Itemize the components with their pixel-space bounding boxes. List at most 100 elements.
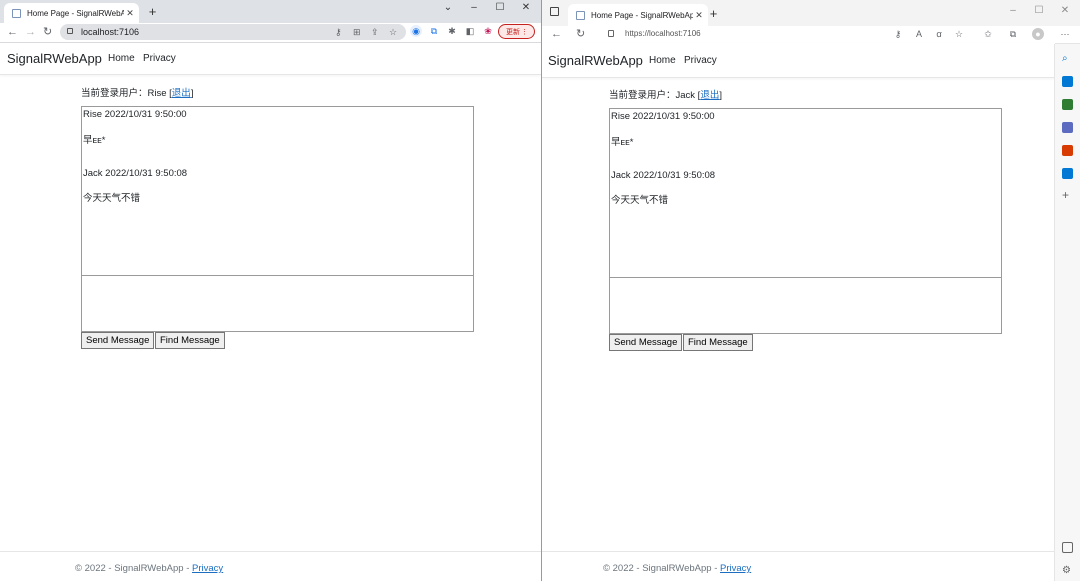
translate-extension-icon[interactable]: ⧉ bbox=[428, 25, 440, 37]
message-list: Rise 2022/10/31 9:50:00 早ᴇᴇ* Jack 2022/1… bbox=[609, 108, 1002, 278]
chrome-tab-strip: Home Page - SignalRWebApp ✕ + ⌄ – ☐ ✕ bbox=[0, 0, 541, 23]
minimize-button[interactable]: – bbox=[1000, 3, 1026, 19]
nav-home-link[interactable]: Home bbox=[649, 55, 676, 66]
footer-text: © 2022 - SignalRWebApp - Privacy bbox=[603, 563, 751, 574]
message-input[interactable] bbox=[609, 277, 1002, 334]
more-menu-icon[interactable]: ⋯ bbox=[1059, 28, 1071, 40]
page-icon bbox=[12, 8, 21, 18]
footer-privacy-link[interactable]: Privacy bbox=[720, 563, 751, 574]
sidebar-toggle-icon[interactable] bbox=[1062, 542, 1073, 553]
window-controls: – ☐ ✕ bbox=[1000, 3, 1078, 19]
minimize-button[interactable]: – bbox=[461, 0, 487, 16]
profile-icon[interactable]: ● bbox=[1032, 28, 1044, 40]
message-body: 早ᴇᴇ* bbox=[611, 137, 634, 148]
browser-tab[interactable]: Home Page - SignalRWebApp ✕ bbox=[4, 3, 139, 23]
close-tab-icon[interactable]: ✕ bbox=[693, 10, 705, 21]
reload-button[interactable]: ↻ bbox=[576, 26, 585, 42]
bookmark-star-icon[interactable]: ☆ bbox=[389, 24, 397, 40]
message-header: Rise 2022/10/31 9:50:00 bbox=[611, 111, 715, 122]
edge-sidebar: ⌕ + ⚙ bbox=[1054, 44, 1080, 581]
add-favorite-icon[interactable]: ☆ bbox=[953, 28, 965, 40]
current-user-label: 当前登录用户：Rise bbox=[81, 88, 167, 99]
back-button[interactable]: ← bbox=[7, 24, 18, 40]
translate-icon[interactable]: ꭤ bbox=[933, 28, 945, 40]
app-navbar: SignalRWebApp Home Privacy bbox=[542, 43, 1055, 78]
web-page: SignalRWebApp Home Privacy 当前登录用户：Rise [… bbox=[0, 43, 541, 581]
lock-icon bbox=[67, 28, 73, 34]
search-icon[interactable]: ⌕ bbox=[1062, 53, 1073, 64]
copyright-text: © 2022 - SignalRWebApp - bbox=[75, 563, 193, 574]
address-bar[interactable]: https://localhost:7106 bbox=[596, 26, 966, 42]
favorites-icon[interactable]: ✩ bbox=[982, 28, 994, 40]
games-icon[interactable] bbox=[1062, 122, 1073, 133]
side-panel-icon[interactable]: ◧ bbox=[464, 25, 476, 37]
message-body: 今天天气不错 bbox=[83, 193, 141, 204]
chrome-window: Home Page - SignalRWebApp ✕ + ⌄ – ☐ ✕ ← … bbox=[0, 0, 541, 581]
message-header: Jack 2022/10/31 9:50:08 bbox=[611, 170, 716, 181]
close-window-button[interactable]: ✕ bbox=[513, 0, 539, 16]
browser-tab[interactable]: Home Page - SignalRWebApp ✕ bbox=[568, 4, 708, 26]
maximize-button[interactable]: ☐ bbox=[487, 0, 513, 16]
current-user-label: 当前登录用户：Jack bbox=[609, 90, 696, 101]
close-window-button[interactable]: ✕ bbox=[1052, 3, 1078, 19]
url-text: https://localhost:7106 bbox=[625, 29, 701, 38]
chevron-down-icon[interactable]: ⌄ bbox=[435, 0, 461, 16]
page-footer: © 2022 - SignalRWebApp - Privacy bbox=[542, 551, 1055, 581]
read-aloud-icon[interactable]: A bbox=[913, 28, 925, 40]
brand-link[interactable]: SignalRWebApp bbox=[7, 51, 102, 66]
window-controls: ⌄ – ☐ ✕ bbox=[435, 0, 539, 16]
share-icon[interactable]: ⇪ bbox=[371, 24, 379, 40]
footer-text: © 2022 - SignalRWebApp - Privacy bbox=[75, 563, 223, 574]
add-icon[interactable]: + bbox=[1062, 189, 1073, 201]
find-message-button[interactable]: Find Message bbox=[155, 332, 225, 349]
key-icon[interactable]: ⚷ bbox=[892, 28, 904, 40]
office-icon[interactable] bbox=[1062, 145, 1073, 156]
copyright-text: © 2022 - SignalRWebApp - bbox=[603, 563, 721, 574]
current-user-line: 当前登录用户：Rise [退出] bbox=[81, 88, 194, 99]
message-list: Rise 2022/10/31 9:50:00 早ᴇᴇ* Jack 2022/1… bbox=[81, 106, 474, 276]
lock-icon bbox=[608, 30, 614, 37]
edge-window: Home Page - SignalRWebApp ✕ + – ☐ ✕ ← ↻ … bbox=[542, 0, 1080, 581]
outlook-icon[interactable] bbox=[1062, 168, 1073, 179]
logout-link[interactable]: 退出 bbox=[700, 90, 719, 101]
address-bar[interactable]: localhost:7106 ⚷ ⊞ ⇪ ☆ bbox=[60, 24, 406, 40]
send-message-button[interactable]: Send Message bbox=[609, 334, 683, 351]
nav-home-link[interactable]: Home bbox=[108, 53, 135, 64]
more-menu-icon: ⋮ bbox=[521, 29, 528, 36]
new-tab-button[interactable]: + bbox=[145, 4, 160, 19]
update-button[interactable]: 更新 ⋮ bbox=[498, 24, 535, 39]
shopping-icon[interactable] bbox=[1062, 76, 1073, 87]
nav-privacy-link[interactable]: Privacy bbox=[143, 53, 176, 64]
update-label: 更新 bbox=[506, 29, 520, 36]
close-tab-icon[interactable]: ✕ bbox=[124, 8, 136, 19]
puzzle-icon[interactable]: ✱ bbox=[446, 25, 458, 37]
tools-icon[interactable] bbox=[1062, 99, 1073, 110]
send-message-button[interactable]: Send Message bbox=[81, 332, 155, 349]
nav-privacy-link[interactable]: Privacy bbox=[684, 55, 717, 66]
message-body: 今天天气不错 bbox=[611, 195, 669, 206]
extension-icon[interactable]: ◉ bbox=[410, 25, 422, 37]
new-tab-button[interactable]: + bbox=[706, 6, 721, 21]
find-message-button[interactable]: Find Message bbox=[683, 334, 753, 351]
maximize-button[interactable]: ☐ bbox=[1026, 3, 1052, 19]
message-header: Jack 2022/10/31 9:50:08 bbox=[83, 168, 188, 179]
app-navbar: SignalRWebApp Home Privacy bbox=[0, 43, 541, 75]
translate-icon[interactable]: ⊞ bbox=[353, 24, 361, 40]
forward-button[interactable]: → bbox=[25, 24, 36, 40]
tab-title: Home Page - SignalRWebApp bbox=[27, 8, 124, 18]
tab-actions-icon[interactable] bbox=[550, 7, 559, 16]
gear-icon[interactable]: ⚙ bbox=[1062, 565, 1073, 576]
chrome-toolbar: ← → ↻ localhost:7106 ⚷ ⊞ ⇪ ☆ ◉ ⧉ ✱ ◧ ❀ 更… bbox=[0, 23, 541, 43]
footer-privacy-link[interactable]: Privacy bbox=[192, 563, 223, 574]
collections-icon[interactable]: ⧉ bbox=[1007, 28, 1019, 40]
edge-tab-strip: Home Page - SignalRWebApp ✕ + – ☐ ✕ bbox=[542, 0, 1080, 26]
back-button[interactable]: ← bbox=[551, 26, 562, 42]
profile-icon[interactable]: ❀ bbox=[482, 25, 494, 37]
reload-button[interactable]: ↻ bbox=[43, 24, 52, 40]
message-body: 早ᴇᴇ* bbox=[83, 135, 106, 146]
page-footer: © 2022 - SignalRWebApp - Privacy bbox=[0, 551, 541, 581]
brand-link[interactable]: SignalRWebApp bbox=[548, 53, 643, 68]
key-icon[interactable]: ⚷ bbox=[335, 24, 342, 40]
logout-link[interactable]: 退出 bbox=[172, 88, 191, 99]
message-input[interactable] bbox=[81, 275, 474, 332]
